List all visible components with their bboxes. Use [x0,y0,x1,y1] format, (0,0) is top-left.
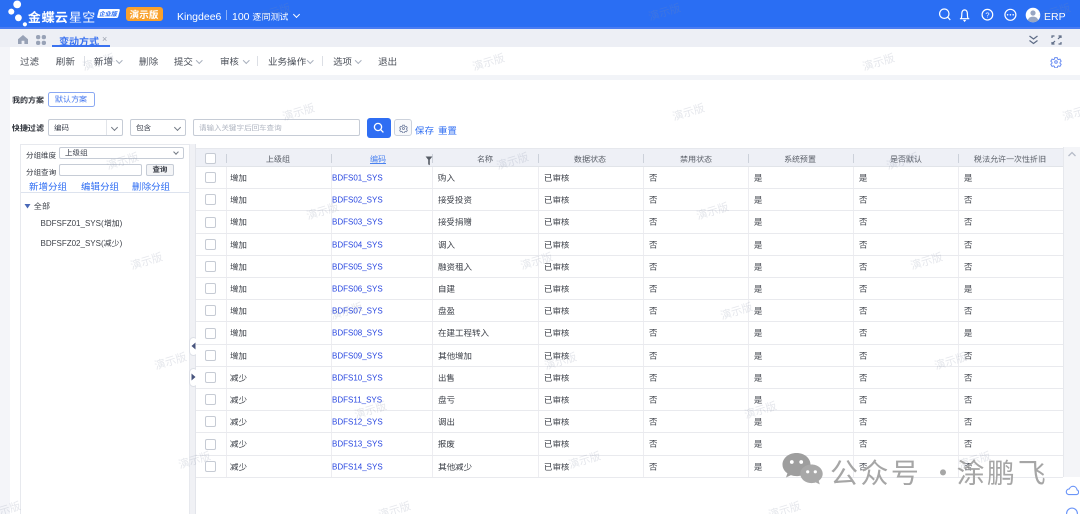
svg-text:?: ? [985,10,989,21]
